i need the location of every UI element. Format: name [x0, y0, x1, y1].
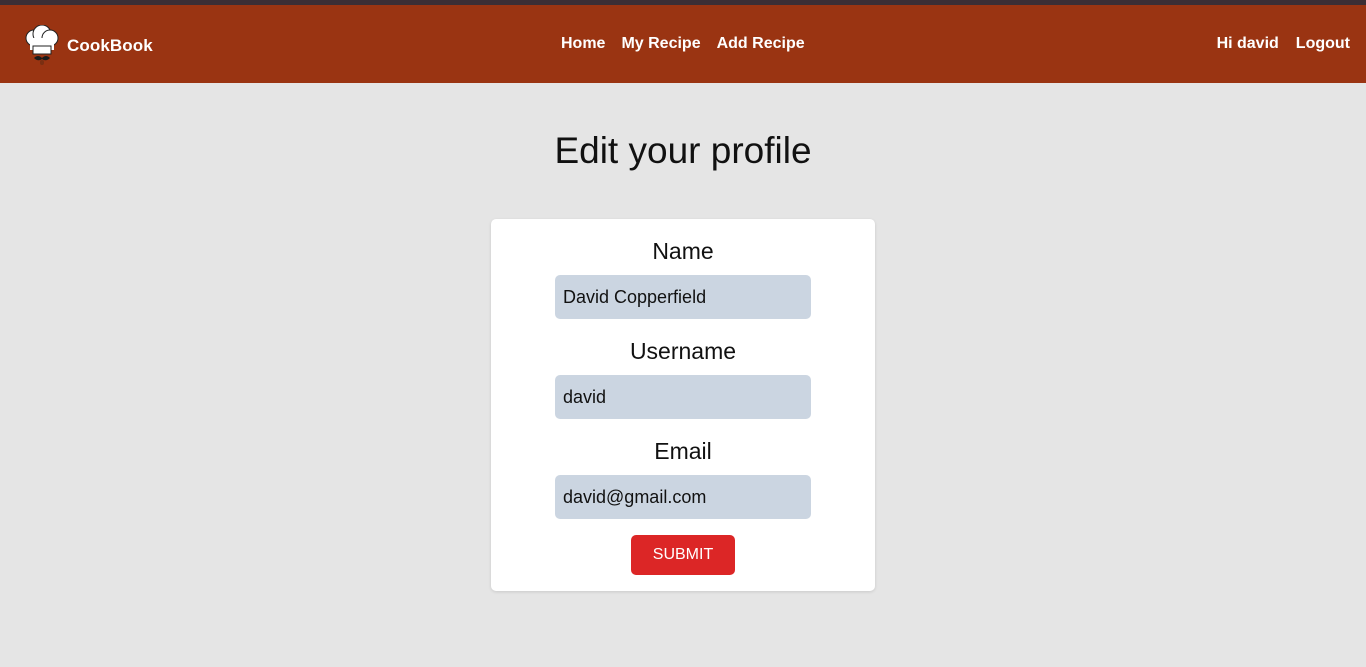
email-input[interactable] [555, 475, 811, 519]
email-label: Email [654, 438, 712, 464]
name-label: Name [652, 238, 714, 264]
nav-my-recipe[interactable]: My Recipe [621, 35, 700, 53]
navbar: CookBook Home My Recipe Add Recipe Hi da… [0, 5, 1366, 83]
page-title: Edit your profile [554, 130, 812, 171]
nav-home[interactable]: Home [561, 35, 605, 53]
brand-name: CookBook [67, 36, 153, 55]
name-input[interactable] [555, 275, 811, 319]
user-greeting[interactable]: Hi david [1217, 35, 1279, 53]
username-label: Username [629, 338, 737, 364]
profile-form: Name Username Email SUBMIT [491, 219, 875, 591]
brand[interactable]: CookBook [23, 25, 153, 67]
submit-button[interactable]: SUBMIT [631, 535, 735, 575]
logout-link[interactable]: Logout [1296, 35, 1350, 53]
user-nav: Hi david Logout [1217, 35, 1350, 53]
username-input[interactable] [555, 375, 811, 419]
nav-add-recipe[interactable]: Add Recipe [717, 35, 805, 53]
main-nav: Home My Recipe Add Recipe [561, 35, 805, 53]
chef-hat-icon [25, 25, 59, 65]
